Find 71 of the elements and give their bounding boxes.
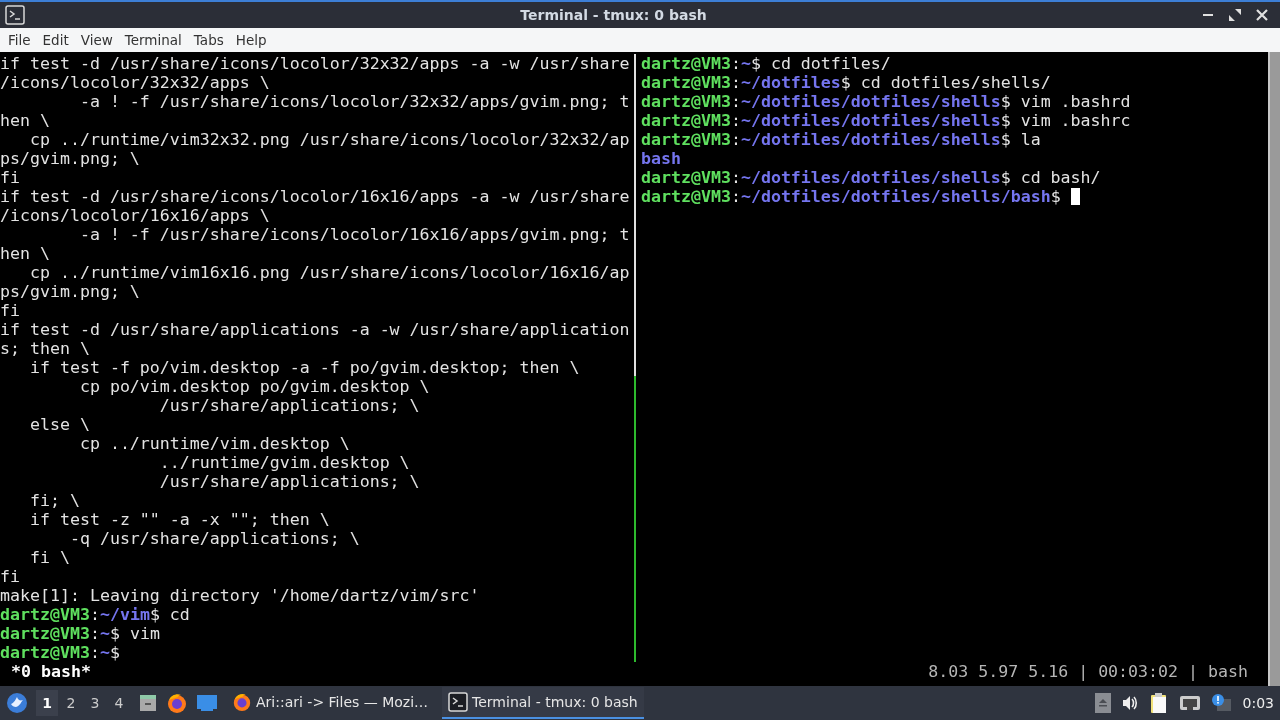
- clock[interactable]: 0:03: [1242, 695, 1274, 711]
- terminal-line: ps/gvim.png; \: [0, 149, 140, 168]
- eject-icon[interactable]: [1094, 693, 1111, 713]
- workspace-button[interactable]: 2: [60, 690, 82, 716]
- terminal-line: -q /usr/share/applications; \: [68, 529, 360, 548]
- workspace-button[interactable]: 3: [84, 690, 106, 716]
- terminal-line: dartz@VM3:~/dotfiles/dotfiles/shells$ cd bash/: [641, 168, 1101, 187]
- terminal-line: ps/gvim.png; \: [0, 282, 140, 301]
- terminal-icon: [5, 5, 25, 25]
- terminal-line: if test -d /usr/share/icons/locolor/16x16/apps -a -w /usr/share: [0, 187, 630, 206]
- app-menu-icon[interactable]: [6, 692, 28, 714]
- terminal-line: if test -d /usr/share/applications -a -w /usr/share/application: [0, 320, 630, 339]
- terminal-line: dartz@VM3:~$ cd dotfiles/: [641, 54, 891, 73]
- terminal-icon: [448, 692, 469, 712]
- terminal-line: dartz@VM3:~$ vim: [0, 624, 160, 643]
- file-cabinet-icon[interactable]: [138, 693, 158, 713]
- terminal-line: make[1]: Leaving directory '/home/dartz/vim/src': [0, 586, 480, 605]
- tmux-window-list: *0 bash*: [11, 662, 91, 681]
- terminal-line: ../runtime/gvim.desktop \: [158, 453, 410, 472]
- terminal-line: hen \: [0, 244, 50, 263]
- terminal-line: cp ../runtime/vim16x16.png /usr/share/icons/locolor/16x16/ap: [28, 263, 630, 282]
- browser-icon[interactable]: [166, 692, 188, 714]
- terminal-line: cp po/vim.desktop po/gvim.desktop \: [78, 377, 430, 396]
- notification-icon[interactable]: [1210, 693, 1233, 713]
- terminal-line: -a ! -f /usr/share/icons/locolor/32x32/apps/gvim.png; t: [78, 92, 630, 111]
- terminal-line: cp ../runtime/vim.desktop \: [78, 434, 350, 453]
- menu-item[interactable]: Edit: [36, 30, 75, 50]
- tmux-status-info: 8.03 5.97 5.16 | 00:03:02 | bash: [928, 662, 1248, 681]
- terminal-line: /usr/share/applications; \: [158, 396, 420, 415]
- menu-item[interactable]: View: [74, 30, 119, 50]
- taskbar-button[interactable]: Terminal - tmux: 0 bash: [442, 687, 644, 719]
- terminal-line: dartz@VM3:~$: [0, 643, 120, 662]
- volume-icon[interactable]: [1120, 694, 1139, 712]
- terminal-line: dartz@VM3:~/dotfiles/dotfiles/shells/bash$: [641, 187, 1080, 206]
- clipboard-icon[interactable]: [1148, 692, 1169, 714]
- terminal-line: else \: [28, 415, 90, 434]
- terminal-line: if test -f po/vim.desktop -a -f po/gvim.desktop; then \: [28, 358, 580, 377]
- menu-item[interactable]: Help: [229, 30, 273, 50]
- terminal-line: /icons/locolor/16x16/apps \: [0, 206, 270, 225]
- terminal-line: dartz@VM3:~/dotfiles$ cd dotfiles/shells/: [641, 73, 1051, 92]
- terminal-line: dartz@VM3:~/dotfiles/dotfiles/shells$ la: [641, 130, 1041, 149]
- terminal-line: if test -z "" -a -x ""; then \: [28, 510, 330, 529]
- taskbar-button[interactable]: Ari::ari -> Files — Mozi…: [226, 687, 435, 719]
- terminal-line: fi: [0, 168, 20, 187]
- terminal-line: dartz@VM3:~/dotfiles/dotfiles/shells$ vim .bashrc: [641, 111, 1131, 130]
- terminal-line: fi; \: [28, 491, 80, 510]
- browser-icon: [232, 692, 252, 712]
- terminal-line: dartz@VM3:~/dotfiles/dotfiles/shells$ vim .bashrd: [641, 92, 1131, 111]
- window-icon[interactable]: [196, 693, 218, 713]
- workspace-button[interactable]: 1: [36, 690, 58, 716]
- terminal-line: cp ../runtime/vim32x32.png /usr/share/icons/locolor/32x32/ap: [28, 130, 630, 149]
- terminal-line: /icons/locolor/32x32/apps \: [0, 73, 270, 92]
- terminal-line: fi: [0, 567, 20, 586]
- network-icon[interactable]: [1178, 693, 1201, 713]
- terminal-line: /usr/share/applications; \: [158, 472, 420, 491]
- menu-item[interactable]: Tabs: [187, 30, 230, 50]
- terminal-line: s; then \: [0, 339, 90, 358]
- terminal-line: hen \: [0, 111, 50, 130]
- terminal-line: if test -d /usr/share/icons/locolor/32x32/apps -a -w /usr/share: [0, 54, 630, 73]
- close-icon[interactable]: [1256, 9, 1268, 21]
- terminal-line: dartz@VM3:~/vim$ cd: [0, 605, 190, 624]
- menu-item[interactable]: File: [2, 30, 37, 50]
- terminal-line: fi \: [28, 548, 70, 567]
- menu-item[interactable]: Terminal: [118, 30, 188, 50]
- terminal-line: -a ! -f /usr/share/icons/locolor/16x16/apps/gvim.png; t: [78, 225, 630, 244]
- restore-icon[interactable]: [1228, 8, 1242, 22]
- terminal-line: bash: [641, 149, 681, 168]
- terminal-line: fi: [0, 301, 20, 320]
- scrollbar[interactable]: [1268, 52, 1280, 686]
- window-title: Terminal - tmux: 0 bash: [519, 7, 708, 23]
- workspace-button[interactable]: 4: [108, 690, 130, 716]
